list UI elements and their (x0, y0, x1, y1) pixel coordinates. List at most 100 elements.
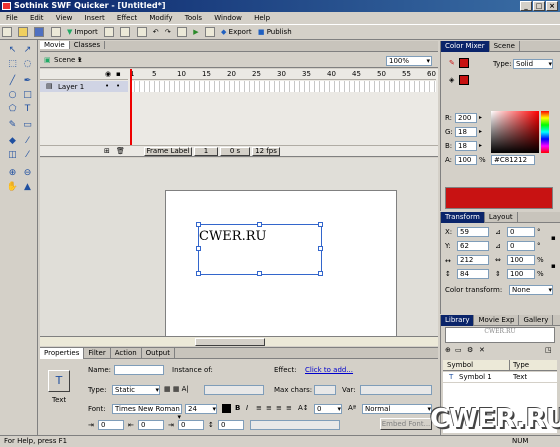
menu-tools[interactable]: Tools (185, 14, 202, 22)
playhead[interactable] (130, 69, 132, 145)
color-picker-square[interactable] (491, 111, 539, 153)
resize-handle[interactable] (196, 246, 201, 251)
horizontal-scrollbar[interactable] (40, 336, 438, 346)
zoom-in-icon[interactable]: ⊕ (6, 167, 19, 180)
resize-handle[interactable] (318, 271, 323, 276)
line-spacing-input[interactable]: 0 (218, 420, 244, 430)
tab-movie-explorer[interactable]: Movie Exp (474, 315, 520, 326)
add-layer-icon[interactable]: ⊞ (104, 147, 110, 155)
delete-icon[interactable]: ✕ (479, 346, 485, 354)
tab-gallery[interactable]: Gallery (519, 315, 554, 326)
name-input[interactable] (114, 365, 164, 375)
scroll-thumb[interactable] (195, 338, 265, 346)
ink-bottle-icon[interactable]: ⁄ (21, 149, 34, 162)
tab-library[interactable]: Library (441, 315, 475, 326)
pan-tool-icon[interactable]: ▲ (21, 181, 34, 194)
line-tool-icon[interactable]: ╱ (6, 75, 19, 88)
render-select[interactable]: Normal ▾ (362, 404, 432, 414)
export-button[interactable]: ◆ Export (221, 27, 252, 37)
tab-layout[interactable]: Layout (485, 212, 518, 223)
resize-handle[interactable] (318, 222, 323, 227)
eye-icon[interactable]: ◉ (105, 70, 111, 78)
frame-label-field[interactable]: Frame Label (144, 147, 192, 156)
test-icon[interactable] (204, 27, 215, 37)
new-symbol-icon[interactable]: ⊕ (445, 346, 451, 354)
oval-tool-icon[interactable]: ○ (6, 89, 19, 102)
skew-y-input[interactable]: 0 (507, 241, 535, 251)
margin-right-input[interactable]: 0 (178, 420, 204, 430)
layer-visible-icon[interactable]: • (105, 82, 109, 90)
publish-button[interactable]: ■ Publish (258, 27, 292, 37)
minimize-button[interactable]: _ (520, 1, 532, 11)
save-all-icon[interactable] (50, 27, 61, 37)
resize-handle[interactable] (196, 271, 201, 276)
frame-ruler[interactable]: 15101520253035404550556065 (130, 69, 461, 80)
lock-ratio-icon[interactable]: ▪ (551, 234, 556, 242)
redo-icon[interactable]: ↷ (165, 27, 171, 37)
menu-file[interactable]: File (6, 14, 18, 22)
green-input[interactable]: 18 (455, 127, 477, 137)
expand-icon[interactable]: ◳ (545, 346, 552, 354)
fill-type-select[interactable]: Solid ▾ (513, 59, 553, 69)
italic-icon[interactable]: I (246, 404, 248, 412)
text-type-select[interactable]: Static ▾ (112, 385, 160, 395)
cut-icon[interactable] (104, 27, 115, 37)
new-folder-icon[interactable]: ▭ (455, 346, 462, 354)
red-input[interactable]: 200 (455, 113, 477, 123)
menu-edit[interactable]: Edit (30, 14, 44, 22)
blue-slider-icon[interactable]: ▸ (479, 142, 482, 149)
bold-icon[interactable]: B (235, 404, 240, 412)
find-icon[interactable] (176, 27, 187, 37)
paste-icon[interactable] (136, 27, 147, 37)
maximize-button[interactable]: □ (533, 1, 545, 11)
resize-handle[interactable] (196, 222, 201, 227)
letter-spacing-input[interactable]: 0 ▾ (314, 404, 342, 414)
resize-handle[interactable] (318, 246, 323, 251)
stroke-color-icon[interactable]: ✎ (449, 59, 455, 67)
scene-dropdown-icon[interactable]: ▾ (78, 56, 82, 64)
transform-tool-icon[interactable]: ⬚ (6, 58, 19, 71)
zoom-field[interactable]: 100% ▾ (386, 56, 432, 66)
font-select[interactable]: Times New Roman ▾ (112, 404, 182, 421)
tab-classes[interactable]: Classes (70, 41, 106, 49)
text-selection-box[interactable]: CWER.RU (196, 222, 323, 276)
library-row[interactable]: T Symbol 1 Text (443, 372, 557, 382)
delete-layer-icon[interactable]: 🗑 (116, 147, 125, 155)
eyedropper-icon[interactable]: ⁄ (21, 135, 34, 148)
max-chars-input[interactable] (314, 385, 336, 395)
layer-name[interactable]: Layer 1 (58, 83, 84, 91)
fill-color-swatch[interactable] (459, 75, 469, 85)
stage-text[interactable]: CWER.RU (199, 229, 266, 244)
green-slider-icon[interactable]: ▸ (479, 128, 482, 135)
menu-window[interactable]: Window (214, 14, 242, 22)
effect-link[interactable]: Click to add... (305, 366, 353, 374)
copy-icon[interactable] (120, 27, 131, 37)
resize-handle[interactable] (257, 271, 262, 276)
blue-input[interactable]: 18 (455, 141, 477, 151)
tab-movie[interactable]: Movie (40, 41, 70, 49)
alpha-input[interactable]: 100 (455, 155, 477, 165)
resize-handle[interactable] (257, 222, 262, 227)
stroke-color-swatch[interactable] (459, 58, 469, 68)
polygon-tool-icon[interactable]: ⬠ (6, 103, 19, 116)
col-symbol[interactable]: Symbol (447, 361, 473, 369)
tab-scene[interactable]: Scene (490, 41, 520, 52)
tab-filter[interactable]: Filter (84, 348, 111, 359)
menu-effect[interactable]: Effect (117, 14, 137, 22)
tab-transform[interactable]: Transform (441, 212, 485, 223)
hue-strip[interactable] (541, 111, 549, 153)
scale-x-input[interactable]: 100 (507, 255, 535, 265)
red-slider-icon[interactable]: ▸ (479, 114, 482, 121)
paint-bucket-icon[interactable]: ◆ (6, 135, 19, 148)
zoom-out-icon[interactable]: ⊖ (21, 167, 34, 180)
menu-help[interactable]: Help (254, 14, 270, 22)
frame-cells[interactable] (130, 81, 436, 92)
width-input[interactable]: 212 (457, 255, 489, 265)
undo-icon[interactable]: ↶ (153, 27, 159, 37)
menu-insert[interactable]: Insert (85, 14, 105, 22)
import-button[interactable]: ▼ Import (67, 27, 98, 37)
subselect-tool-icon[interactable]: ↗ (21, 44, 34, 57)
height-input[interactable]: 84 (457, 269, 489, 279)
open-folder-icon[interactable] (18, 27, 29, 37)
align-left-icon[interactable]: ≡ (256, 404, 262, 412)
